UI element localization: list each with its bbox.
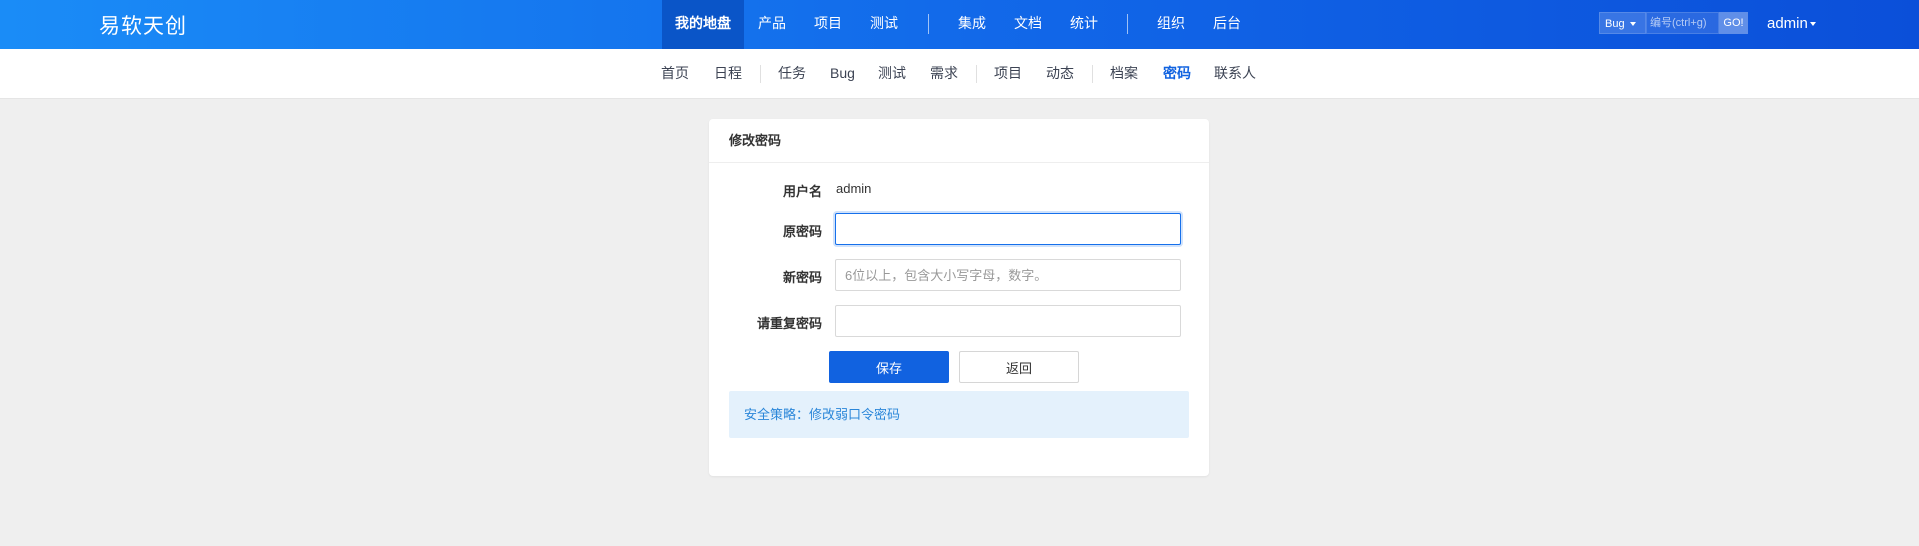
brand-logo[interactable]: 易软天创 xyxy=(99,10,187,40)
search-type-select[interactable]: Bug xyxy=(1599,12,1646,34)
search-type-label: Bug xyxy=(1605,18,1625,30)
nav-item-admin[interactable]: 后台 xyxy=(1211,0,1243,49)
search-input[interactable] xyxy=(1646,12,1719,34)
nav-divider xyxy=(928,14,929,34)
subnav-item-projects[interactable]: 项目 xyxy=(994,49,1022,99)
subnav-item-profile[interactable]: 档案 xyxy=(1110,49,1138,99)
nav-item-project[interactable]: 项目 xyxy=(812,0,844,49)
old-password-label: 原密码 xyxy=(782,224,822,239)
username-value: admin xyxy=(836,181,872,196)
subnav-divider xyxy=(976,65,977,83)
old-password-field[interactable] xyxy=(835,213,1181,245)
new-password-field[interactable] xyxy=(835,259,1181,291)
subnav-item-calendar[interactable]: 日程 xyxy=(714,49,742,99)
subnav-item-contacts[interactable]: 联系人 xyxy=(1214,49,1256,99)
nav-item-test[interactable]: 测试 xyxy=(868,0,900,49)
change-password-card: 修改密码 用户名 admin 原密码 新密码 请重复密码 保存 返回 安全策略：… xyxy=(709,119,1209,476)
nav-item-my-dashboard[interactable]: 我的地盘 xyxy=(662,0,744,49)
chevron-down-icon xyxy=(1629,22,1636,27)
nav-item-product[interactable]: 产品 xyxy=(756,0,788,49)
subnav-item-bugs[interactable]: Bug xyxy=(830,49,855,99)
subnav-item-tests[interactable]: 测试 xyxy=(878,49,906,99)
chevron-down-icon xyxy=(1809,22,1816,27)
subnav-item-tasks[interactable]: 任务 xyxy=(778,49,806,99)
subnav-item-password[interactable]: 密码 xyxy=(1163,49,1191,99)
subnav-divider xyxy=(1092,65,1093,83)
back-button[interactable]: 返回 xyxy=(959,351,1079,383)
subnav-item-dynamics[interactable]: 动态 xyxy=(1046,49,1074,99)
sub-nav: 首页 日程 任务 Bug 测试 需求 项目 动态 档案 密码 联系人 xyxy=(0,49,1919,99)
nav-item-integration[interactable]: 集成 xyxy=(956,0,988,49)
subnav-divider xyxy=(760,65,761,83)
nav-divider xyxy=(1127,14,1128,34)
top-header: 易软天创 我的地盘 产品 项目 测试 集成 文档 统计 组织 后台 Bug GO… xyxy=(0,0,1919,49)
new-password-label: 新密码 xyxy=(782,270,822,285)
user-menu[interactable]: admin xyxy=(1767,15,1816,32)
user-name: admin xyxy=(1767,15,1808,32)
nav-item-statistics[interactable]: 统计 xyxy=(1068,0,1100,49)
repeat-password-field[interactable] xyxy=(835,305,1181,337)
card-title: 修改密码 xyxy=(709,119,1209,163)
security-policy-notice: 安全策略：修改弱口令密码 xyxy=(729,391,1189,438)
subnav-item-stories[interactable]: 需求 xyxy=(930,49,958,99)
username-label: 用户名 xyxy=(782,184,822,199)
repeat-password-label: 请重复密码 xyxy=(756,316,822,331)
save-button[interactable]: 保存 xyxy=(829,351,949,383)
subnav-item-home[interactable]: 首页 xyxy=(661,49,689,99)
nav-item-docs[interactable]: 文档 xyxy=(1012,0,1044,49)
nav-item-organization[interactable]: 组织 xyxy=(1155,0,1187,49)
search-go-button[interactable]: GO! xyxy=(1719,12,1748,34)
